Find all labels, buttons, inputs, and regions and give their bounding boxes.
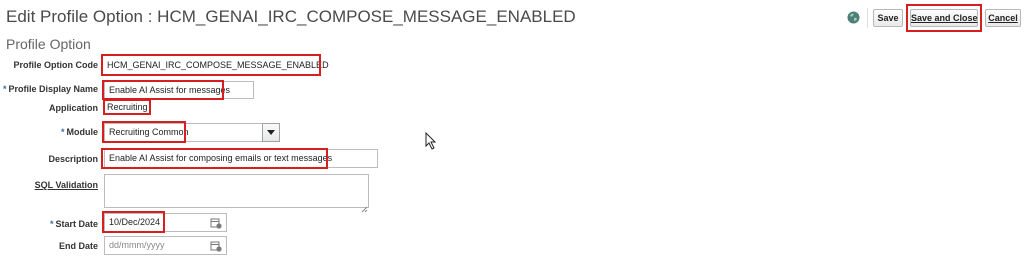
sql-validation-label[interactable]: SQL Validation	[35, 180, 98, 190]
cancel-label: Cancel	[988, 13, 1018, 23]
start-date-input[interactable]: 10/Dec/2024	[104, 213, 227, 232]
module-dropdown-button[interactable]	[262, 123, 280, 142]
cancel-button[interactable]: Cancel	[985, 9, 1021, 27]
module-label: * Module	[60, 127, 98, 137]
profile-display-name-input[interactable]: Enable AI Assist for messages	[104, 81, 254, 99]
page-title: Edit Profile Option : HCM_GENAI_IRC_COMP…	[6, 7, 576, 26]
start-date-label: * Start Date	[49, 219, 98, 229]
description-label: Description	[48, 154, 98, 164]
profile-option-code-value: HCM_GENAI_IRC_COMPOSE_MESSAGE_ENABLED	[107, 60, 329, 70]
sql-validation-textarea[interactable]	[104, 174, 369, 208]
save-and-close-label: Save and Close	[911, 13, 978, 23]
end-date-input[interactable]: dd/mmm/yyyy	[104, 236, 227, 255]
profile-option-code-label: Profile Option Code	[13, 60, 99, 70]
save-label: Save	[877, 13, 899, 23]
application-value: Recruiting	[107, 102, 148, 112]
section-title: Profile Option	[6, 36, 91, 52]
save-button[interactable]: Save	[873, 9, 903, 27]
help-globe-icon[interactable]	[847, 11, 860, 24]
application-label: Application	[49, 103, 98, 113]
save-and-close-button[interactable]: Save and Close	[910, 9, 978, 27]
module-select[interactable]: Recruiting Common	[104, 123, 263, 142]
mouse-cursor-icon	[425, 131, 437, 150]
toolbar-divider	[867, 8, 868, 28]
chevron-down-icon	[267, 130, 275, 135]
calendar-icon[interactable]	[210, 216, 222, 229]
description-input[interactable]: Enable AI Assist for composing emails or…	[104, 149, 378, 168]
resize-handle-icon[interactable]	[361, 200, 368, 213]
calendar-icon[interactable]	[210, 239, 222, 252]
end-date-label: End Date	[58, 241, 98, 251]
profile-display-name-label: * Profile Display Name	[2, 84, 98, 94]
